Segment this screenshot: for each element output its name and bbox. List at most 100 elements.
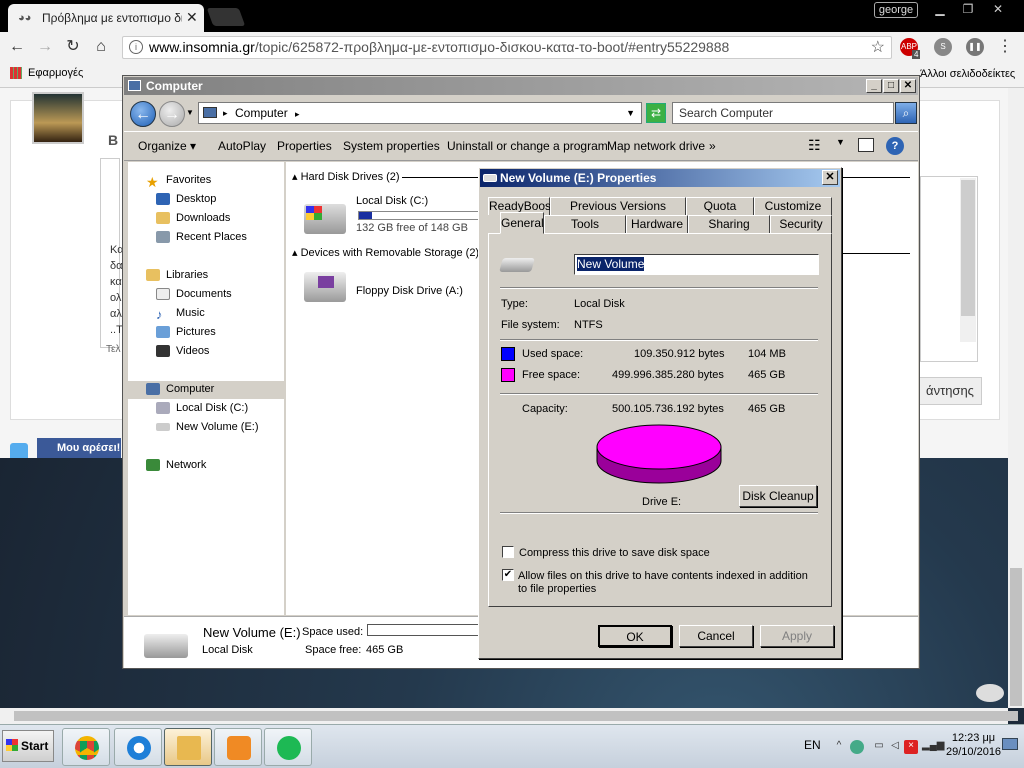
disk-cleanup-button[interactable]: Disk Cleanup xyxy=(739,485,817,507)
apply-button[interactable]: Apply xyxy=(760,625,834,647)
profile-button[interactable]: george xyxy=(874,2,918,18)
group-header-removable[interactable]: ▴ Devices with Removable Storage (2) xyxy=(292,246,479,259)
taskbar-media-player[interactable] xyxy=(214,728,262,766)
clock[interactable]: 12:23 μμ 29/10/2016 xyxy=(946,731,1001,759)
nav-item-recent-places[interactable]: Recent Places xyxy=(156,231,247,244)
compress-label[interactable]: Compress this drive to save disk space xyxy=(519,547,710,559)
breadcrumb[interactable]: Computer xyxy=(235,106,288,120)
tab-hardware[interactable]: Hardware xyxy=(626,215,688,233)
nav-item-favorites[interactable]: ★ Favorites xyxy=(146,174,211,190)
nav-item-documents[interactable]: Documents xyxy=(156,288,232,301)
nav-item-music[interactable]: ♪ Music xyxy=(156,307,205,322)
browser-tab[interactable]: ◕◕ Πρόβλημα με εντοπισμο δι ✕ xyxy=(8,4,204,32)
drive-c-name[interactable]: Local Disk (C:) xyxy=(356,195,428,207)
taskbar-explorer[interactable] xyxy=(164,728,212,766)
explorer-minimize-button[interactable]: _ xyxy=(866,79,882,93)
help-icon[interactable]: ? xyxy=(886,137,904,155)
explorer-maximize-button[interactable]: □ xyxy=(883,79,899,93)
cancel-button[interactable]: Cancel xyxy=(679,625,753,647)
minimize-icon[interactable]: ▁ xyxy=(926,0,954,18)
facebook-like-button[interactable]: Μου αρέσει! xyxy=(37,438,121,458)
tab-tools[interactable]: Tools xyxy=(544,215,626,233)
back-icon[interactable]: ← xyxy=(6,37,28,57)
signal-icon[interactable]: ▂▄▆ xyxy=(922,740,944,754)
index-label[interactable]: Allow files on this drive to have conten… xyxy=(518,570,818,596)
compress-checkbox[interactable] xyxy=(502,546,514,558)
language-indicator[interactable]: EN xyxy=(804,738,821,752)
forward-icon[interactable]: → xyxy=(34,37,56,57)
search-input[interactable]: Search Computer xyxy=(672,102,894,124)
hardware-icon[interactable]: ▭ xyxy=(872,740,886,754)
page-horizontal-scroll-thumb[interactable] xyxy=(14,711,1018,721)
uninstall-program-button[interactable]: Uninstall or change a program xyxy=(447,139,608,153)
taskbar-ie[interactable] xyxy=(114,728,162,766)
show-desktop-icon[interactable] xyxy=(1002,738,1018,750)
page-vertical-scroll-thumb[interactable] xyxy=(1010,568,1022,706)
skype-extension-icon[interactable]: S xyxy=(934,38,952,56)
system-properties-button[interactable]: System properties xyxy=(343,139,440,153)
autoplay-button[interactable]: AutoPlay xyxy=(218,139,266,153)
view-options-icon[interactable]: ☷ xyxy=(808,137,821,154)
explorer-close-button[interactable]: ✕ xyxy=(900,79,916,93)
explorer-address-bar[interactable]: ▸ Computer ▸ ▼ xyxy=(198,102,642,124)
view-dropdown-icon[interactable]: ▼ xyxy=(836,137,845,147)
dialog-title-bar[interactable]: New Volume (E:) Properties xyxy=(480,169,840,187)
index-checkbox[interactable]: ✔ xyxy=(502,569,514,581)
reply-button[interactable]: άντησης xyxy=(918,377,982,405)
explorer-back-button[interactable]: ← xyxy=(130,101,156,127)
volume-icon[interactable]: ◁ xyxy=(888,740,902,754)
address-bar[interactable]: i www.insomnia.gr/topic/625872-προβλημα-… xyxy=(122,36,892,59)
tab-customize[interactable]: Customize xyxy=(754,197,832,215)
dialog-close-button[interactable]: ✕ xyxy=(822,170,838,185)
nav-item-local-disk-c[interactable]: Local Disk (C:) xyxy=(156,402,248,415)
tab-close-icon[interactable]: ✕ xyxy=(186,9,198,26)
nav-item-new-volume-e[interactable]: New Volume (E:) xyxy=(156,421,259,433)
nav-item-libraries[interactable]: Libraries xyxy=(146,269,208,282)
organize-menu[interactable]: Organize ▾ xyxy=(138,139,196,153)
breadcrumb-arrow-icon[interactable]: ▸ xyxy=(295,109,300,119)
explorer-title-bar[interactable]: Computer xyxy=(124,77,918,95)
ok-button[interactable]: OK xyxy=(598,625,672,647)
tab-security[interactable]: Security xyxy=(770,215,832,233)
map-network-drive-button[interactable]: Map network drive xyxy=(607,139,705,153)
preview-pane-icon[interactable] xyxy=(858,138,874,152)
taskbar-spotify[interactable] xyxy=(264,728,312,766)
close-icon[interactable]: ✕ xyxy=(984,0,1012,18)
breadcrumb-arrow-icon[interactable]: ▸ xyxy=(223,103,228,123)
tab-sharing[interactable]: Sharing xyxy=(688,215,770,233)
reload-icon[interactable]: ↻ xyxy=(62,37,84,57)
start-button[interactable]: Start xyxy=(2,730,54,762)
new-tab-button[interactable] xyxy=(206,8,246,26)
search-icon[interactable]: ⌕ xyxy=(895,102,917,124)
properties-button[interactable]: Properties xyxy=(277,139,332,153)
nav-item-downloads[interactable]: Downloads xyxy=(156,212,230,225)
show-hidden-icons-icon[interactable]: ^ xyxy=(832,740,846,754)
volume-name-input[interactable]: New Volume xyxy=(574,254,819,275)
network-error-icon[interactable]: × xyxy=(904,740,918,754)
history-dropdown-icon[interactable]: ▼ xyxy=(186,108,194,117)
home-icon[interactable]: ⌂ xyxy=(90,37,112,57)
nav-item-desktop[interactable]: Desktop xyxy=(156,193,216,206)
chrome-menu-icon[interactable]: ⋮ xyxy=(994,37,1016,57)
nav-item-pictures[interactable]: Pictures xyxy=(156,326,216,339)
apps-shortcut[interactable]: Εφαρμογές xyxy=(10,67,83,80)
tab-previous-versions[interactable]: Previous Versions xyxy=(550,197,686,215)
nav-item-videos[interactable]: Videos xyxy=(156,345,209,358)
nav-item-computer[interactable]: Computer xyxy=(146,383,214,396)
tab-quota[interactable]: Quota xyxy=(686,197,754,215)
other-bookmarks[interactable]: Άλλοι σελιδοδείκτες xyxy=(920,68,1015,80)
nav-item-network[interactable]: Network xyxy=(146,459,206,472)
editor-scroll-thumb[interactable] xyxy=(961,180,975,316)
more-commands-button[interactable]: » xyxy=(709,139,716,153)
group-header-hdd[interactable]: ▴ Hard Disk Drives (2) xyxy=(292,170,400,183)
bookmark-star-icon[interactable]: ☆ xyxy=(871,37,885,58)
explorer-forward-button[interactable]: → xyxy=(159,101,185,127)
restore-icon[interactable]: ❐ xyxy=(954,0,982,18)
security-icon[interactable] xyxy=(850,740,864,754)
taskbar-chrome[interactable] xyxy=(62,728,110,766)
refresh-icon[interactable]: ⇄ xyxy=(646,103,666,123)
site-info-icon[interactable]: i xyxy=(129,40,143,54)
tab-general[interactable]: General xyxy=(500,212,544,234)
floppy-drive-name[interactable]: Floppy Disk Drive (A:) xyxy=(356,285,463,297)
pause-extension-icon[interactable]: ❚❚ xyxy=(966,38,984,56)
